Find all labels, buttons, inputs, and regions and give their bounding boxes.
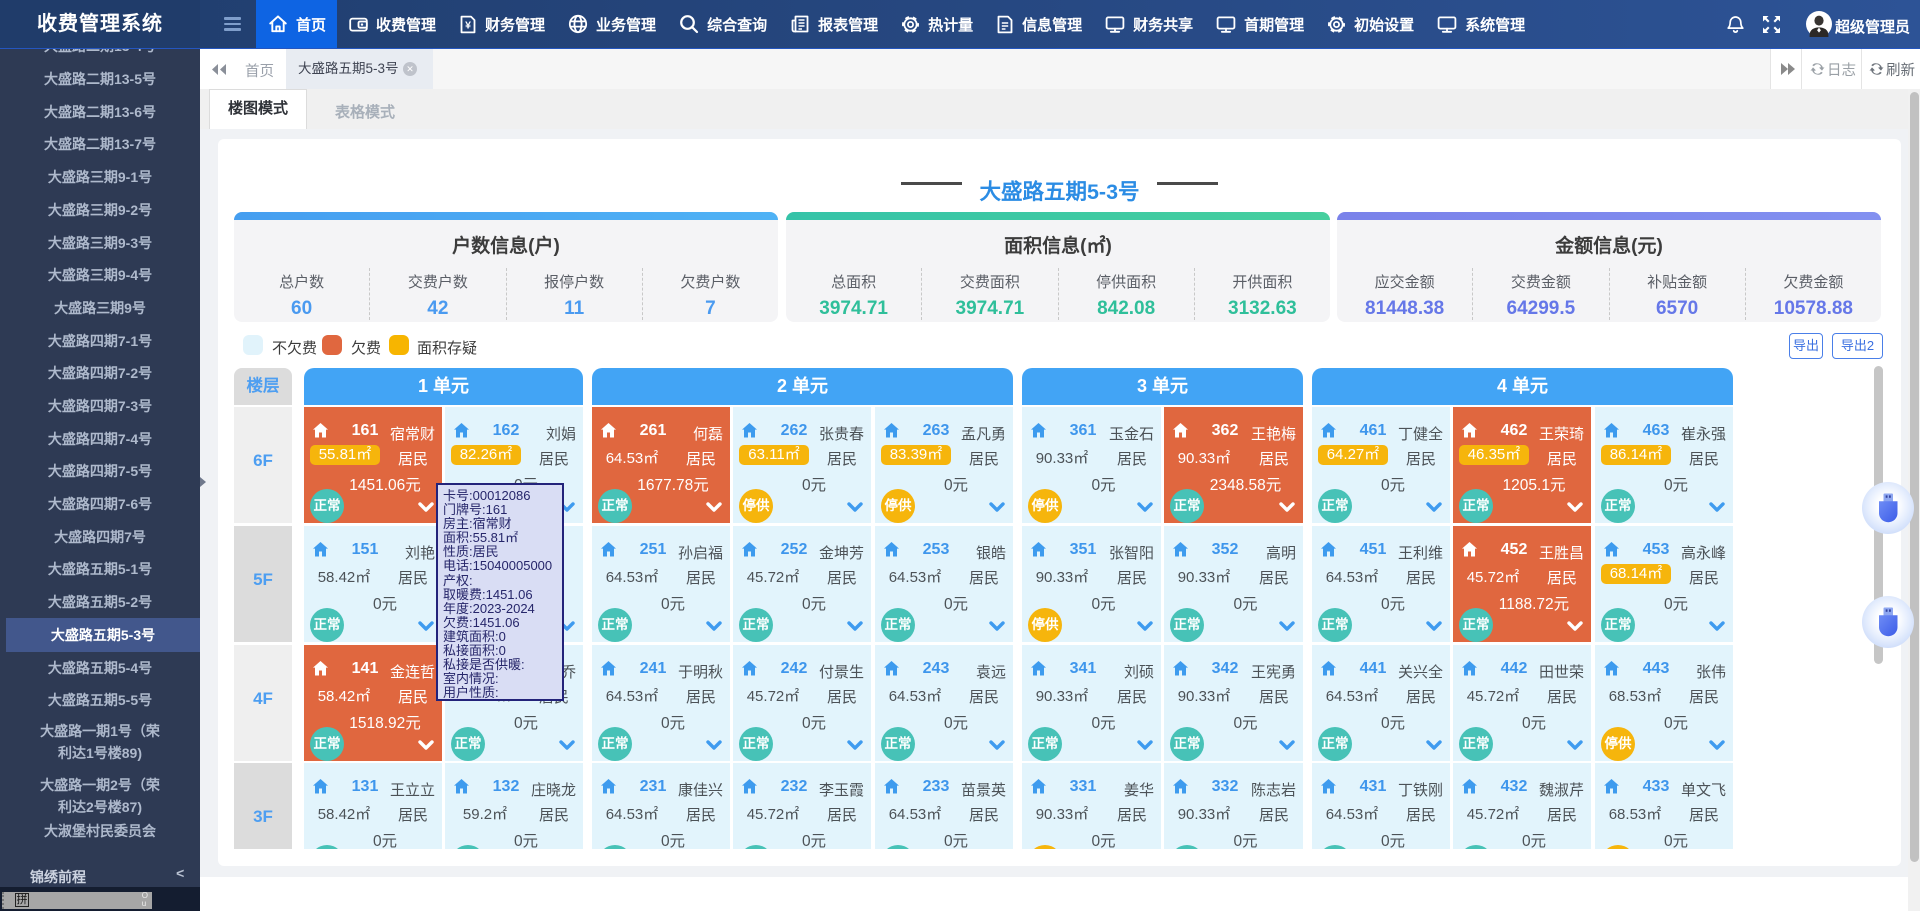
- svg-text:¥: ¥: [465, 19, 471, 31]
